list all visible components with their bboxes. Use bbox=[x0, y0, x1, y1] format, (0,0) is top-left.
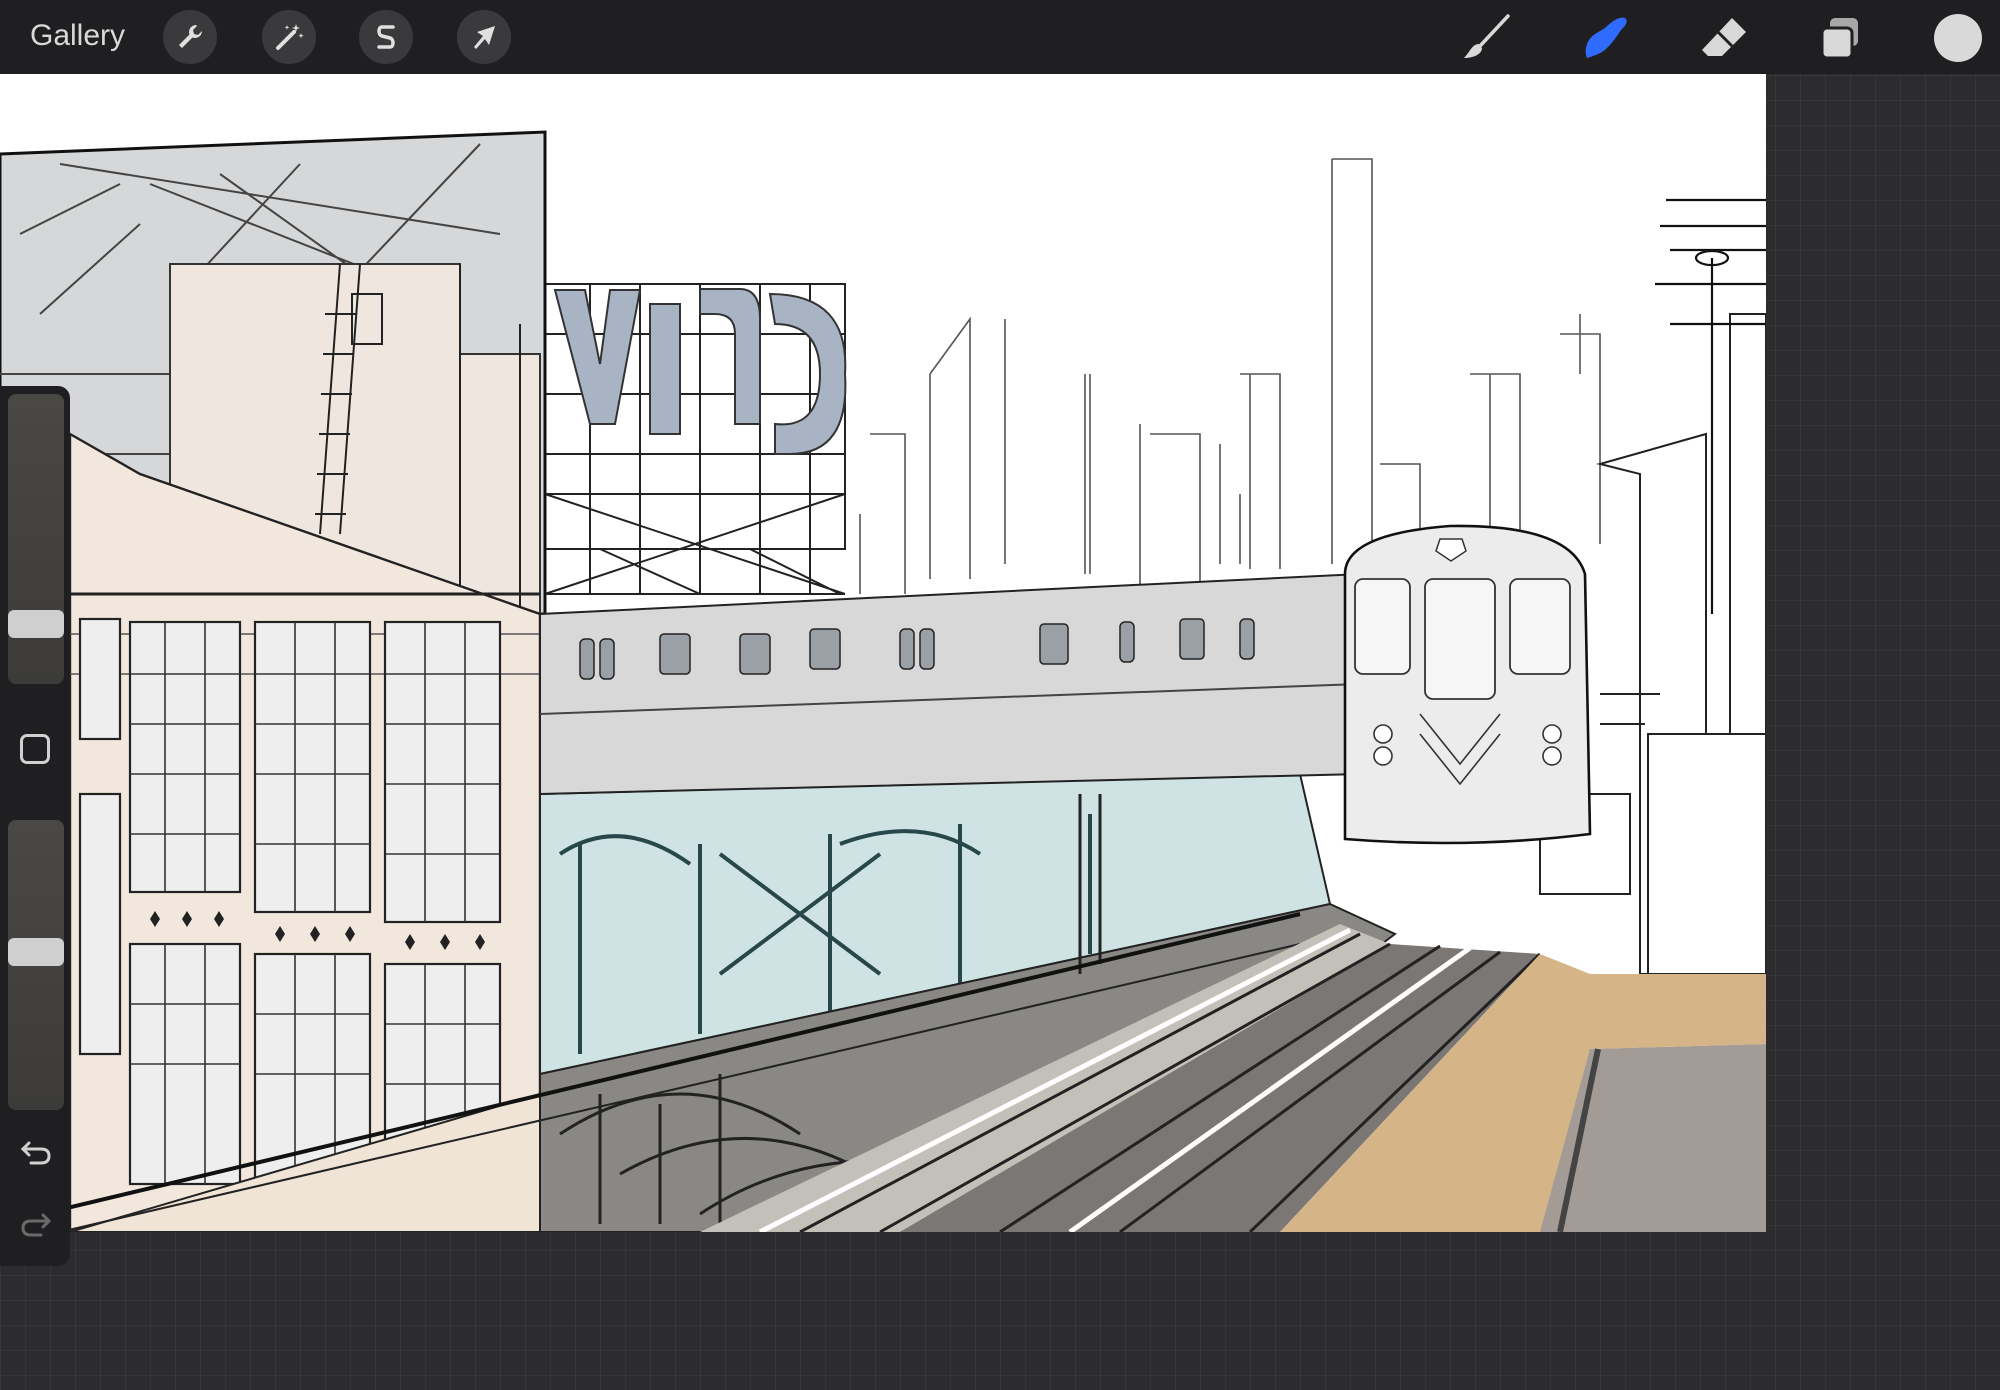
smudge-finger-icon bbox=[1585, 17, 1627, 58]
magic-wand-icon bbox=[276, 24, 304, 50]
brush-size-slider-thumb[interactable] bbox=[8, 610, 64, 638]
color-picker-button[interactable] bbox=[1934, 14, 1982, 62]
modify-button[interactable] bbox=[20, 734, 50, 764]
selection-button[interactable] bbox=[359, 10, 413, 64]
wrench-icon bbox=[179, 25, 202, 48]
smudge-tool[interactable] bbox=[1577, 10, 1633, 66]
layers-button[interactable] bbox=[1812, 10, 1868, 66]
layers-icon bbox=[1820, 18, 1858, 60]
adjustments-button[interactable] bbox=[262, 10, 316, 64]
drawing-canvas[interactable] bbox=[0, 74, 1766, 1232]
brush-size-slider[interactable] bbox=[8, 394, 64, 684]
eraser-icon bbox=[1702, 18, 1746, 56]
actions-button[interactable] bbox=[163, 10, 217, 64]
top-toolbar: Gallery bbox=[0, 0, 2000, 74]
redo-icon bbox=[21, 1213, 52, 1237]
brush-icon bbox=[1464, 14, 1510, 58]
redo-button[interactable] bbox=[16, 1204, 56, 1244]
brush-opacity-slider-thumb[interactable] bbox=[8, 938, 64, 966]
brush-tool[interactable] bbox=[1458, 10, 1514, 66]
undo-icon bbox=[20, 1141, 51, 1165]
arrow-cursor-icon bbox=[474, 26, 495, 49]
brush-sidebar bbox=[0, 386, 70, 1266]
transform-button[interactable] bbox=[457, 10, 511, 64]
undo-button[interactable] bbox=[16, 1132, 56, 1172]
artwork-illustration bbox=[0, 130, 1766, 1232]
gallery-button[interactable]: Gallery bbox=[30, 16, 125, 56]
eraser-tool[interactable] bbox=[1696, 10, 1752, 66]
selection-s-icon bbox=[377, 25, 395, 49]
